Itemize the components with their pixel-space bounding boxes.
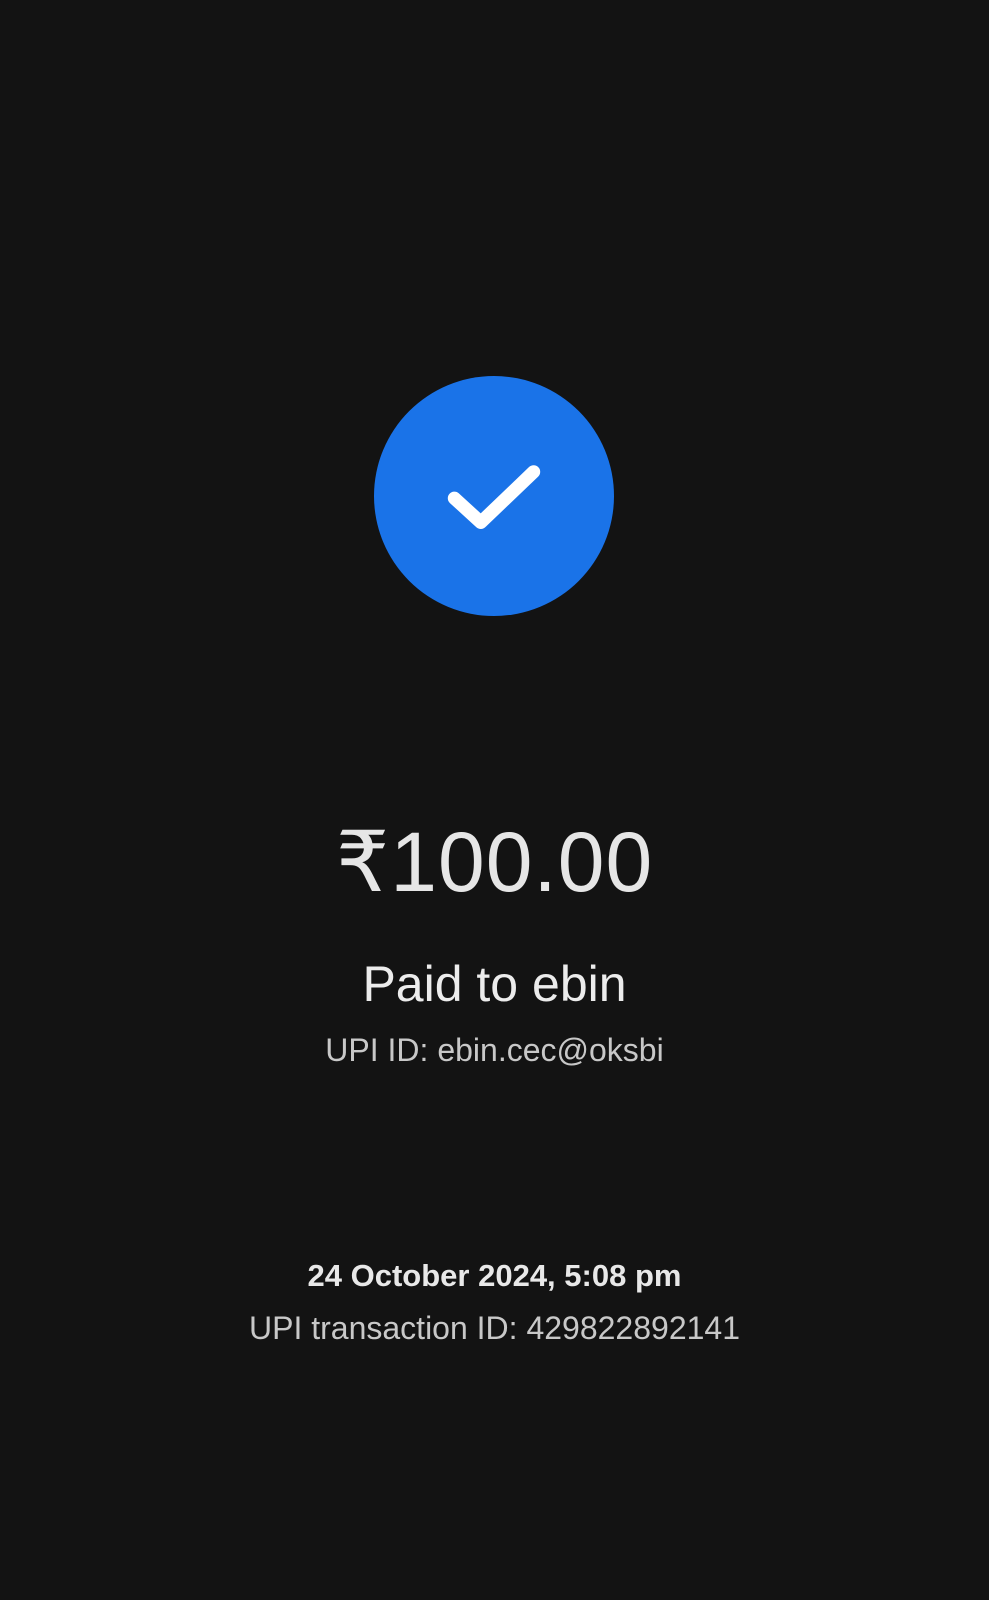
transaction-id: UPI transaction ID: 429822892141 (249, 1310, 740, 1346)
payee-upi-id: UPI ID: ebin.cec@oksbi (325, 1032, 664, 1068)
payee-name: Paid to ebin (362, 956, 627, 1012)
checkmark-icon (447, 465, 541, 529)
payment-amount: ₹100.00 (335, 815, 654, 909)
payment-success-screen: ₹100.00 Paid to ebin UPI ID: ebin.cec@ok… (0, 0, 989, 1600)
success-badge (374, 376, 614, 616)
transaction-datetime: 24 October 2024, 5:08 pm (307, 1258, 682, 1293)
